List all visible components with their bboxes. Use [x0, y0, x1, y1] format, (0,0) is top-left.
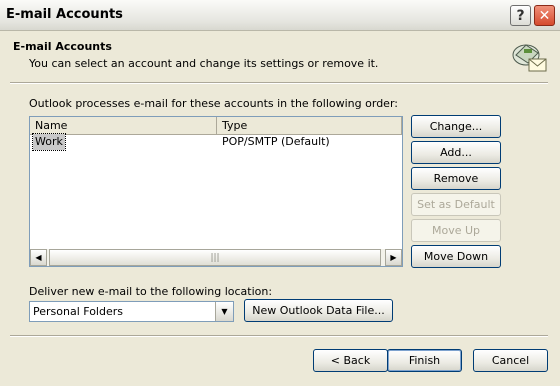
header-separator — [10, 82, 548, 84]
footer-separator — [10, 335, 548, 337]
new-outlook-data-file-button[interactable]: New Outlook Data File... — [244, 299, 393, 322]
account-type-cell: POP/SMTP (Default) — [222, 135, 330, 148]
account-name-cell[interactable]: Work — [32, 133, 66, 151]
list-header: Name Type — [30, 117, 402, 135]
accounts-listview[interactable]: Name Type Work POP/SMTP (Default) ◀ ||| … — [29, 116, 403, 267]
horizontal-scrollbar[interactable]: ◀ ||| ▶ — [30, 249, 402, 266]
accounts-label: Outlook processes e-mail for these accou… — [29, 97, 398, 110]
window-title: E-mail Accounts — [6, 7, 123, 22]
title-bar: E-mail Accounts ? ✕ — [0, 0, 560, 31]
remove-button[interactable]: Remove — [411, 167, 501, 190]
list-item[interactable]: Work POP/SMTP (Default) — [30, 133, 402, 151]
delivery-location-select[interactable]: Personal Folders ▼ — [29, 301, 234, 322]
cancel-button[interactable]: Cancel — [473, 349, 548, 372]
scroll-left-button[interactable]: ◀ — [30, 249, 47, 266]
scroll-thumb[interactable]: ||| — [49, 249, 381, 266]
wizard-header: E-mail Accounts You can select an accoun… — [0, 31, 560, 81]
help-button[interactable]: ? — [510, 5, 531, 26]
back-button[interactable]: < Back — [313, 349, 388, 372]
add-button[interactable]: Add... — [411, 141, 501, 164]
set-as-default-button[interactable]: Set as Default — [411, 193, 501, 216]
column-header-name[interactable]: Name — [30, 117, 217, 134]
header-description: You can select an account and change its… — [29, 57, 379, 70]
chevron-down-icon[interactable]: ▼ — [215, 302, 233, 321]
change-button[interactable]: Change... — [411, 115, 501, 138]
close-button[interactable]: ✕ — [534, 5, 555, 26]
delivery-label: Deliver new e-mail to the following loca… — [29, 285, 273, 298]
move-down-button[interactable]: Move Down — [411, 245, 501, 268]
header-title: E-mail Accounts — [13, 40, 112, 53]
finish-button[interactable]: Finish — [387, 349, 462, 372]
mail-accounts-icon — [512, 44, 547, 72]
move-up-button[interactable]: Move Up — [411, 219, 501, 242]
scroll-right-button[interactable]: ▶ — [385, 249, 402, 266]
delivery-location-value: Personal Folders — [33, 305, 123, 318]
column-header-type[interactable]: Type — [217, 117, 402, 134]
